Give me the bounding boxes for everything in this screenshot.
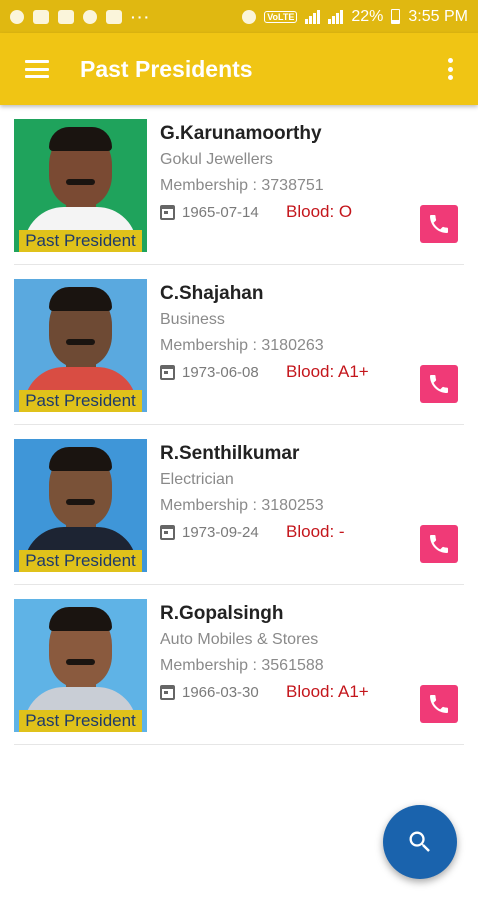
past-president-tag: Past President: [19, 390, 142, 412]
person-add-icon: [33, 9, 49, 24]
search-fab[interactable]: [383, 805, 457, 879]
menu-icon[interactable]: [25, 60, 49, 78]
calendar-icon: [160, 204, 175, 220]
past-president-tag: Past President: [19, 550, 142, 572]
blood-group: Blood: -: [286, 522, 345, 541]
phone-icon: [430, 695, 448, 713]
member-photo: Past President: [14, 439, 147, 572]
signal-icon: [305, 9, 321, 24]
calendar-icon: [160, 684, 175, 700]
person-add-icon: [58, 9, 74, 24]
member-name: R.Senthilkumar: [160, 443, 300, 464]
membership-number: Membership : 3180263: [160, 337, 324, 354]
search-icon: [409, 831, 430, 852]
member-list: Past President G.Karunamoorthy Gokul Jew…: [0, 105, 478, 745]
call-button[interactable]: [420, 525, 458, 563]
list-item-4[interactable]: Past President R.Gopalsingh Auto Mobiles…: [14, 585, 464, 745]
clock: 3:55 PM: [408, 7, 468, 25]
member-photo: Past President: [14, 599, 147, 732]
battery-percent: 22%: [351, 7, 384, 25]
signal-icon: [328, 9, 344, 24]
battery-icon: [391, 9, 401, 24]
member-photo: Past President: [14, 119, 147, 252]
member-occupation: Business: [160, 311, 225, 328]
date-of-birth: 1965-07-14: [182, 203, 259, 221]
member-occupation: Gokul Jewellers: [160, 151, 273, 168]
app-notification-icon: [83, 9, 97, 24]
membership-number: Membership : 3738751: [160, 177, 324, 194]
call-button[interactable]: [420, 685, 458, 723]
notification-icon: [10, 9, 24, 24]
calendar-icon: [160, 524, 175, 540]
membership-number: Membership : 3561588: [160, 657, 324, 674]
calendar-icon: [160, 364, 175, 380]
member-name: G.Karunamoorthy: [160, 123, 322, 144]
phone-icon: [430, 215, 448, 233]
status-bar: ··· VoLTE 22% 3:55 PM: [0, 0, 478, 33]
phone-icon: [430, 375, 448, 393]
past-president-tag: Past President: [19, 230, 142, 252]
list-item-2[interactable]: Past President C.Shajahan Business Membe…: [14, 265, 464, 425]
past-president-tag: Past President: [19, 710, 142, 732]
member-name: C.Shajahan: [160, 283, 264, 304]
blood-group: Blood: A1+: [286, 682, 369, 701]
app-bar: Past Presidents: [0, 33, 478, 105]
date-of-birth: 1973-06-08: [182, 363, 259, 381]
call-button[interactable]: [420, 205, 458, 243]
list-item-1[interactable]: Past President G.Karunamoorthy Gokul Jew…: [14, 105, 464, 265]
member-occupation: Electrician: [160, 471, 234, 488]
member-name: R.Gopalsingh: [160, 603, 284, 624]
blood-group: Blood: A1+: [286, 362, 369, 381]
phone-icon: [430, 535, 448, 553]
more-vert-icon[interactable]: [445, 58, 455, 80]
date-of-birth: 1966-03-30: [182, 683, 259, 701]
app-notification-icon: [106, 9, 122, 24]
list-item-3[interactable]: Past President R.Senthilkumar Electricia…: [14, 425, 464, 585]
membership-number: Membership : 3180253: [160, 497, 324, 514]
call-button[interactable]: [420, 365, 458, 403]
blood-group: Blood: O: [286, 202, 353, 221]
member-occupation: Auto Mobiles & Stores: [160, 631, 319, 648]
alarm-icon: [242, 9, 257, 24]
date-of-birth: 1973-09-24: [182, 523, 259, 541]
member-photo: Past President: [14, 279, 147, 412]
more-notifications-icon: ···: [131, 8, 151, 25]
page-title: Past Presidents: [80, 55, 253, 82]
volte-badge: VoLTE: [264, 10, 298, 23]
